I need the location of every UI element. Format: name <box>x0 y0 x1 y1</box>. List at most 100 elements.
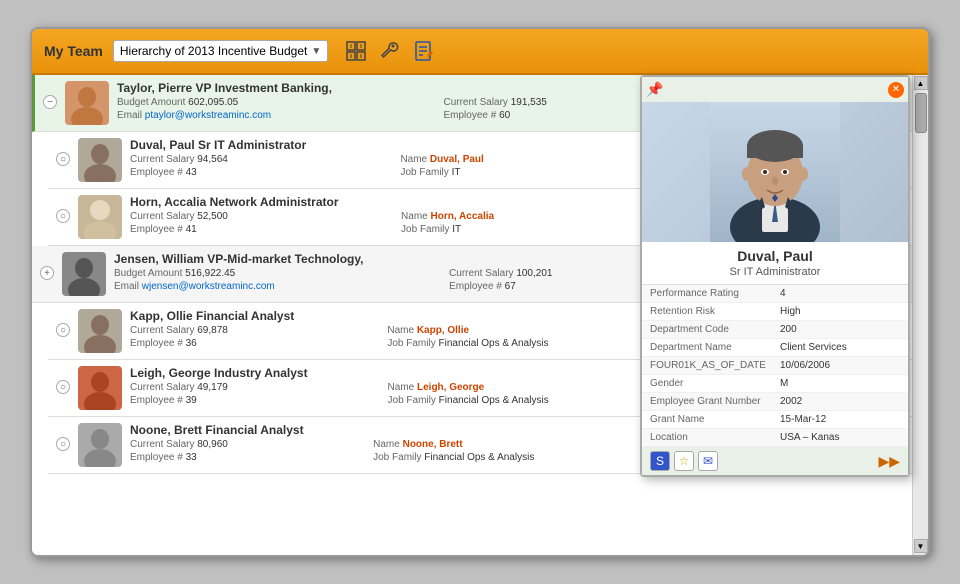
main-window: My Team Hierarchy of 2013 Incentive Budg… <box>30 27 930 557</box>
profile-photo-svg <box>710 102 840 242</box>
popup-row-dept-name: Department Name Client Services <box>642 339 908 357</box>
social-icon[interactable]: S <box>650 451 670 471</box>
popup-person-title: Sr IT Administrator <box>642 266 908 284</box>
avatar-taylor <box>65 81 109 125</box>
avatar-img-kapp <box>78 309 122 353</box>
grid-icon-btn[interactable] <box>342 37 370 65</box>
field: Current Salary 80,960 <box>130 439 353 450</box>
label-performance: Performance Rating <box>650 288 780 299</box>
value-location: USA – Kanas <box>780 432 839 443</box>
field: Email wjensen@workstreaminc.com <box>114 281 429 292</box>
popup-row-grant-num: Employee Grant Number 2002 <box>642 393 908 411</box>
hierarchy-dropdown[interactable]: Hierarchy of 2013 Incentive Budget ▼ <box>113 40 328 62</box>
expand-btn-leigh[interactable]: ○ <box>56 380 70 394</box>
expand-btn-kapp[interactable]: ○ <box>56 323 70 337</box>
grid-icon <box>345 40 367 62</box>
pin-icon[interactable]: 📌 <box>646 81 663 98</box>
value-401k: 10/06/2006 <box>780 360 830 371</box>
close-button[interactable]: ✕ <box>888 82 904 98</box>
pencil-icon <box>413 40 435 62</box>
wrench-icon-btn[interactable] <box>376 37 404 65</box>
value-dept-name: Client Services <box>780 342 847 353</box>
dropdown-label: Hierarchy of 2013 Incentive Budget <box>120 44 307 58</box>
value-grant-name: 15-Mar-12 <box>780 414 826 425</box>
field: Name Noone, Brett <box>373 439 660 450</box>
pencil-icon-btn[interactable] <box>410 37 438 65</box>
value-grant-num: 2002 <box>780 396 802 407</box>
avatar-img-horn <box>78 195 122 239</box>
field: Budget Amount 516,922.45 <box>114 268 429 279</box>
star-icon[interactable]: ☆ <box>674 451 694 471</box>
value-retention: High <box>780 306 801 317</box>
label-dept-name: Department Name <box>650 342 780 353</box>
avatar-img-noone <box>78 423 122 467</box>
avatar-img-taylor <box>65 81 109 125</box>
field: Employee # 41 <box>130 224 381 235</box>
field: Name Duval, Paul <box>400 154 636 165</box>
popup-row-grant-name: Grant Name 15-Mar-12 <box>642 411 908 429</box>
avatar-horn <box>78 195 122 239</box>
popup-row-location: Location USA – Kanas <box>642 429 908 447</box>
label: Budget Amount 602,095.05 <box>117 97 423 108</box>
avatar-kapp <box>78 309 122 353</box>
label-dept-code: Department Code <box>650 324 780 335</box>
avatar-img-jensen <box>62 252 106 296</box>
popup-footer: S ☆ ✉ ▶▶ <box>642 447 908 475</box>
avatar-img-leigh <box>78 366 122 410</box>
avatar-duval <box>78 138 122 182</box>
field: Employee # 33 <box>130 452 353 463</box>
content-area: − Taylor, Pierre VP Investment Banking, … <box>32 75 928 555</box>
field: Current Salary 52,500 <box>130 211 381 222</box>
popup-person-name: Duval, Paul <box>642 242 908 266</box>
nav-forward-icon[interactable]: ▶▶ <box>878 453 900 470</box>
field: Name Horn, Accalia <box>401 211 647 222</box>
label-gender: Gender <box>650 378 780 389</box>
popup-photo <box>642 102 908 242</box>
field: Employee # 43 <box>130 167 380 178</box>
field: Current Salary 49,179 <box>130 382 368 393</box>
expand-btn-jensen[interactable]: + <box>40 266 54 280</box>
expand-btn-duval[interactable]: ○ <box>56 152 70 166</box>
mail-icon[interactable]: ✉ <box>698 451 718 471</box>
footer-action-icons: S ☆ ✉ <box>650 451 718 471</box>
avatar-leigh <box>78 366 122 410</box>
label-401k: FOUR01K_AS_OF_DATE <box>650 360 780 371</box>
profile-popup: 📌 ✕ <box>640 75 910 477</box>
popup-header: 📌 ✕ <box>642 77 908 102</box>
avatar-noone <box>78 423 122 467</box>
scrollbar: ▲ ▼ <box>912 75 928 555</box>
popup-row-gender: Gender M <box>642 375 908 393</box>
scroll-thumb[interactable] <box>915 93 927 133</box>
chevron-down-icon: ▼ <box>311 46 321 57</box>
field: Job Family IT <box>401 224 647 235</box>
expand-btn-noone[interactable]: ○ <box>56 437 70 451</box>
field: Job Family Financial Ops & Analysis <box>373 452 660 463</box>
label-grant-name: Grant Name <box>650 414 780 425</box>
field: Job Family IT <box>400 167 636 178</box>
popup-navigation: ▶▶ <box>878 453 900 470</box>
avatar-jensen <box>62 252 106 296</box>
label-retention: Retention Risk <box>650 306 780 317</box>
label: Email ptaylor@workstreaminc.com <box>117 110 423 121</box>
popup-row-performance: Performance Rating 4 <box>642 285 908 303</box>
header-bar: My Team Hierarchy of 2013 Incentive Budg… <box>32 29 928 75</box>
field: Employee # 39 <box>130 395 368 406</box>
collapse-btn-taylor[interactable]: − <box>43 95 57 109</box>
popup-row-401k: FOUR01K_AS_OF_DATE 10/06/2006 <box>642 357 908 375</box>
value-gender: M <box>780 378 788 389</box>
popup-row-dept-code: Department Code 200 <box>642 321 908 339</box>
popup-details-section: Performance Rating 4 Retention Risk High… <box>642 284 908 447</box>
label-location: Location <box>650 432 780 443</box>
header-title: My Team <box>44 43 103 59</box>
value-dept-code: 200 <box>780 324 797 335</box>
wrench-icon <box>379 40 401 62</box>
avatar-img-duval <box>78 138 122 182</box>
scroll-up-btn[interactable]: ▲ <box>914 76 928 90</box>
field: Employee # 36 <box>130 338 367 349</box>
expand-btn-horn[interactable]: ○ <box>56 209 70 223</box>
scroll-down-btn[interactable]: ▼ <box>914 539 928 553</box>
label-grant-num: Employee Grant Number <box>650 396 780 407</box>
field: Current Salary 94,564 <box>130 154 380 165</box>
popup-row-retention: Retention Risk High <box>642 303 908 321</box>
header-toolbar <box>342 37 438 65</box>
